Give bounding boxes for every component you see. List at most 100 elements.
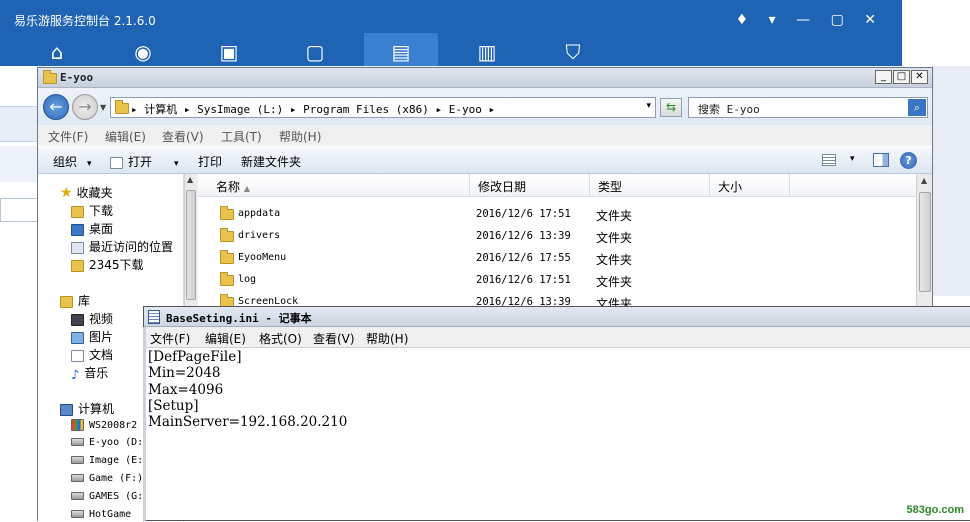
table-row[interactable]: log 2016/12/6 17:51 文件夹 <box>198 269 916 291</box>
menu-edit[interactable]: 编辑(E) <box>205 330 246 347</box>
eye-icon[interactable]: ◉ <box>124 38 162 66</box>
nav-computer[interactable]: 计算机 <box>60 400 114 417</box>
folder-icon <box>220 206 234 220</box>
drive-icon <box>71 456 84 464</box>
nav-drive[interactable]: WS2008r2 <box>71 419 137 431</box>
menu-view[interactable]: 查看(V) <box>162 128 204 145</box>
menu-help[interactable]: 帮助(H) <box>279 128 321 145</box>
star-icon: ★ <box>60 185 73 201</box>
nav-drive[interactable]: Image (E: <box>71 455 143 466</box>
scrollbar-thumb[interactable] <box>186 190 196 300</box>
column-size[interactable]: 大小 <box>710 174 790 197</box>
column-header-row: 名称 ▲ 修改日期 类型 大小 <box>198 174 916 197</box>
gamepad-icon[interactable]: ▣ <box>210 38 248 66</box>
console-header: 易乐游服务控制台 2.1.6.0 ♦ ▾ — ▢ ✕ ⌂ ◉ ▣ ▢ ▤ ▥ ⛉ <box>0 0 902 66</box>
console-left-item[interactable] <box>0 106 40 142</box>
history-dropdown-icon[interactable]: ▼ <box>100 103 106 112</box>
back-button[interactable]: ← <box>43 94 69 120</box>
file-name: appdata <box>238 208 281 219</box>
picture-icon <box>71 331 84 344</box>
library-icon <box>60 295 73 308</box>
notepad-titlebar[interactable]: BaseSeting.ini - 记事本 <box>144 307 970 327</box>
console-left-input[interactable] <box>0 198 40 222</box>
table-row[interactable]: EyooMenu 2016/12/6 17:55 文件夹 <box>198 247 916 269</box>
address-row: ← → ▼ ▸ 计算机 ▸ SysImage (L:) ▸ Program Fi… <box>38 89 932 125</box>
scroll-up-icon[interactable]: ▲ <box>187 175 193 184</box>
preview-pane-icon[interactable] <box>873 153 889 167</box>
home-icon[interactable]: ⌂ <box>38 38 76 66</box>
console-window-controls[interactable]: ♦ ▾ — ▢ ✕ <box>736 12 884 28</box>
table-row[interactable]: drivers 2016/12/6 13:39 文件夹 <box>198 225 916 247</box>
menu-view[interactable]: 查看(V) <box>313 330 355 347</box>
search-input[interactable]: 搜索 E-yoo ⌕ <box>688 97 928 118</box>
explorer-titlebar[interactable]: E-yoo _ □ ✕ <box>38 68 932 88</box>
minimize-button[interactable]: _ <box>875 70 892 84</box>
column-name[interactable]: 名称 ▲ <box>198 174 470 197</box>
table-row[interactable]: appdata 2016/12/6 17:51 文件夹 <box>198 203 916 225</box>
column-type[interactable]: 类型 <box>590 174 710 197</box>
nav-desktop[interactable]: 桌面 <box>71 220 113 237</box>
scroll-up-icon[interactable]: ▲ <box>921 176 927 185</box>
menu-help[interactable]: 帮助(H) <box>366 330 408 347</box>
console-right-panel <box>932 66 970 296</box>
folder-icon <box>220 272 234 286</box>
document-icon[interactable]: ▤ <box>382 38 420 66</box>
close-button[interactable]: ✕ <box>911 70 928 84</box>
folder-icon <box>220 228 234 242</box>
nav-libraries[interactable]: 库 <box>60 292 90 309</box>
nav-recent-places[interactable]: 最近访问的位置 <box>71 238 173 255</box>
scrollbar-thumb[interactable] <box>919 192 931 292</box>
nav-favorites[interactable]: ★ 收藏夹 <box>60 184 113 201</box>
nav-music[interactable]: ♪ 音乐 <box>71 364 108 383</box>
open-icon <box>110 156 123 169</box>
folder-icon <box>220 250 234 264</box>
print-button[interactable]: 打印 <box>198 153 222 170</box>
chevron-down-icon[interactable]: ▾ <box>850 154 855 164</box>
console-left-item[interactable] <box>0 146 40 182</box>
menu-edit[interactable]: 编辑(E) <box>105 128 146 145</box>
view-options-icon[interactable] <box>822 154 836 166</box>
nav-2345-downloads[interactable]: 2345下载 <box>71 256 144 273</box>
open-button[interactable]: 打开 ▾ <box>110 153 179 170</box>
nav-pictures[interactable]: 图片 <box>71 328 113 345</box>
nav-downloads[interactable]: 下载 <box>71 202 113 219</box>
nav-documents[interactable]: 文档 <box>71 346 113 363</box>
breadcrumb[interactable]: ▸ 计算机 ▸ SysImage (L:) ▸ Program Files (x… <box>131 101 495 117</box>
nav-drive[interactable]: HotGame <box>71 509 131 520</box>
search-icon[interactable]: ⌕ <box>908 99 926 116</box>
nav-scrollbar[interactable]: ▲ <box>184 174 197 314</box>
console-title: 易乐游服务控制台 2.1.6.0 <box>14 14 156 28</box>
menu-format[interactable]: 格式(O) <box>259 330 302 347</box>
notepad-menubar: 文件(F) 编辑(E) 格式(O) 查看(V) 帮助(H) <box>144 327 970 348</box>
explorer-toolbar: 组织 ▾ 打开 ▾ 打印 新建文件夹 ▾ ? <box>38 146 932 174</box>
address-bar[interactable]: ▸ 计算机 ▸ SysImage (L:) ▸ Program Files (x… <box>110 97 656 118</box>
menu-file[interactable]: 文件(F) <box>48 128 88 145</box>
organize-button[interactable]: 组织 ▾ <box>53 153 92 170</box>
drive-icon <box>71 510 84 518</box>
help-icon[interactable]: ? <box>900 152 917 169</box>
drive-icon <box>71 474 84 482</box>
chevron-down-icon[interactable]: ▾ <box>646 101 651 111</box>
drive-icon <box>71 492 84 500</box>
toolbox-icon[interactable]: ▥ <box>468 38 506 66</box>
notepad-text-area[interactable]: [DefPageFile] Min=2048 Max=4096 [Setup] … <box>148 349 347 430</box>
downloads-folder-icon <box>71 205 84 218</box>
shield-icon[interactable]: ⛉ <box>554 38 592 66</box>
window-icon[interactable]: ▢ <box>296 38 334 66</box>
search-placeholder: 搜索 E-yoo <box>698 103 760 116</box>
recent-places-icon <box>71 241 84 254</box>
file-name: EyooMenu <box>238 252 287 263</box>
music-icon: ♪ <box>71 367 80 383</box>
refresh-button[interactable]: ⇆ <box>660 98 682 117</box>
folder-icon <box>71 259 84 272</box>
maximize-button[interactable]: □ <box>893 70 910 84</box>
forward-button[interactable]: → <box>72 94 98 120</box>
nav-drive[interactable]: GAMES (G: <box>71 491 143 502</box>
column-date[interactable]: 修改日期 <box>470 174 590 197</box>
menu-tools[interactable]: 工具(T) <box>221 128 262 145</box>
new-folder-button[interactable]: 新建文件夹 <box>241 153 301 170</box>
nav-drive[interactable]: E-yoo (D: <box>71 437 143 448</box>
nav-videos[interactable]: 视频 <box>71 310 113 327</box>
nav-drive[interactable]: Game (F:) <box>71 473 143 484</box>
menu-file[interactable]: 文件(F) <box>150 330 190 347</box>
